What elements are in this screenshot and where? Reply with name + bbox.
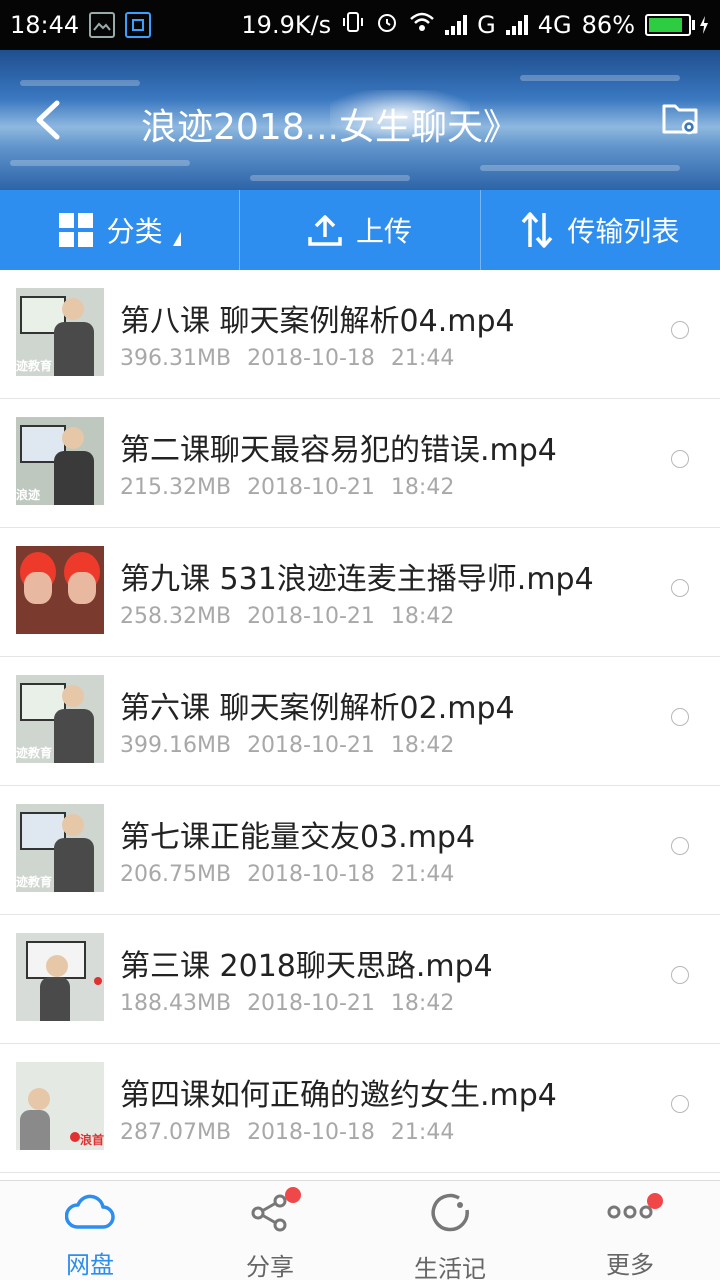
file-meta: 206.75MB 2018-10-18 21:44	[120, 862, 455, 887]
nav-label: 更多	[606, 1251, 654, 1279]
header: 浪迹2018...女生聊天》	[0, 50, 720, 190]
upload-icon	[308, 215, 342, 246]
list-item[interactable]: 第九课 531浪迹连麦主播导师.mp4 258.32MB 2018-10-21 18…	[0, 528, 720, 657]
signal-icon-2	[505, 15, 528, 35]
file-name: 第八课 聊天案例解析04.mp4	[120, 304, 515, 339]
list-item[interactable]: 迹教育 第六课 聊天案例解析02.mp4 399.16MB 2018-10-21 1…	[0, 657, 720, 786]
file-name: 第六课 聊天案例解析02.mp4	[120, 691, 515, 726]
select-checkbox[interactable]	[671, 450, 689, 468]
share-icon	[245, 1187, 301, 1233]
file-name: 第三课 2018聊天思路.mp4	[120, 949, 493, 984]
transfer-list-button[interactable]: 传输列表	[481, 190, 720, 270]
file-name: 第二课聊天最容易犯的错误.mp4	[120, 433, 557, 468]
wifi-icon	[409, 11, 435, 39]
back-button[interactable]	[20, 92, 76, 148]
file-meta: 188.43MB 2018-10-21 18:42	[120, 991, 455, 1016]
folder-settings-icon	[662, 104, 698, 135]
transfer-arrows-icon	[521, 212, 553, 248]
page-title: 浪迹2018...女生聊天》	[141, 107, 519, 148]
folder-settings-button[interactable]	[656, 94, 706, 144]
transfer-list-label: 传输列表	[567, 215, 680, 248]
file-list: 迹教育 第八课 聊天案例解析04.mp4 396.31MB 2018-10-18 2…	[0, 270, 720, 1180]
grid-icon	[58, 213, 93, 247]
video-thumbnail: 浪迹	[16, 417, 104, 505]
upload-button[interactable]: 上传	[240, 190, 481, 270]
battery-percent: 86%	[581, 11, 635, 39]
video-thumbnail: 浪首	[16, 1062, 104, 1150]
select-checkbox[interactable]	[671, 837, 689, 855]
network-type-4g: 4G	[537, 11, 572, 39]
chevron-left-icon	[36, 100, 60, 140]
notification-badge	[285, 1187, 301, 1203]
nav-item-share[interactable]: 分享	[180, 1181, 360, 1280]
nav-label: 网盘	[66, 1251, 114, 1279]
more-icon	[605, 1193, 663, 1231]
file-meta: 287.07MB 2018-10-18 21:44	[120, 1120, 455, 1145]
select-checkbox[interactable]	[671, 966, 689, 984]
file-name: 第九课 531浪迹连麦主播导师.mp4	[120, 562, 594, 597]
bottom-nav: 网盘 分享 生活记 更多	[0, 1180, 720, 1280]
nav-label: 分享	[246, 1253, 294, 1280]
video-thumbnail: 迹教育	[16, 804, 104, 892]
alarm-icon	[375, 10, 399, 40]
network-speed: 19.9K/s	[241, 11, 332, 39]
file-meta: 215.32MB 2018-10-21 18:42	[120, 475, 455, 500]
nav-item-life-journal[interactable]: 生活记	[360, 1181, 540, 1280]
select-checkbox[interactable]	[671, 321, 689, 339]
notification-badge	[647, 1193, 663, 1209]
file-meta: 396.31MB 2018-10-18 21:44	[120, 346, 455, 371]
signal-icon	[445, 15, 468, 35]
gallery-notification-icon	[89, 12, 116, 38]
dropdown-triangle-icon	[172, 232, 181, 246]
nav-item-netdisk[interactable]: 网盘	[0, 1181, 180, 1280]
status-time: 18:44	[10, 11, 80, 39]
video-thumbnail: 迹教育	[16, 288, 104, 376]
upload-label: 上传	[355, 215, 412, 248]
vibrate-icon	[341, 10, 365, 40]
list-item[interactable]: 迹教育 第七课正能量交友03.mp4 206.75MB 2018-10-18 21:…	[0, 786, 720, 915]
toolbar: 分类 上传 传输列表	[0, 190, 720, 270]
file-meta: 258.32MB 2018-10-21 18:42	[120, 604, 455, 629]
video-thumbnail: 迹教育	[16, 675, 104, 763]
category-button[interactable]: 分类	[0, 190, 241, 270]
network-type-g: G	[477, 11, 496, 39]
screenshot-notification-icon	[125, 12, 152, 38]
list-item[interactable]: 第三课 2018聊天思路.mp4 188.43MB 2018-10-21 18:42	[0, 915, 720, 1044]
cloud-icon	[65, 1193, 115, 1231]
select-checkbox[interactable]	[671, 1095, 689, 1113]
list-item[interactable]: 浪首 第四课如何正确的邀约女生.mp4 287.07MB 2018-10-18 21…	[0, 1044, 720, 1173]
file-name: 第四课如何正确的邀约女生.mp4	[120, 1078, 557, 1113]
category-label: 分类	[106, 215, 163, 248]
list-item[interactable]: 迹教育 第八课 聊天案例解析04.mp4 396.31MB 2018-10-18 2…	[0, 270, 720, 399]
file-name: 第七课正能量交友03.mp4	[120, 820, 476, 855]
file-meta: 399.16MB 2018-10-21 18:42	[120, 733, 455, 758]
video-thumbnail	[16, 546, 104, 634]
nav-label: 生活记	[414, 1255, 486, 1280]
video-thumbnail	[16, 933, 104, 1021]
select-checkbox[interactable]	[671, 708, 689, 726]
select-checkbox[interactable]	[671, 579, 689, 597]
battery-icon	[645, 14, 710, 36]
list-item[interactable]: 浪迹 第二课聊天最容易犯的错误.mp4 215.32MB 2018-10-21 18…	[0, 399, 720, 528]
nav-item-more[interactable]: 更多	[540, 1181, 720, 1280]
status-bar: 18:44 19.9K/s G 4G 86%	[0, 0, 720, 50]
refresh-icon	[425, 1193, 475, 1235]
